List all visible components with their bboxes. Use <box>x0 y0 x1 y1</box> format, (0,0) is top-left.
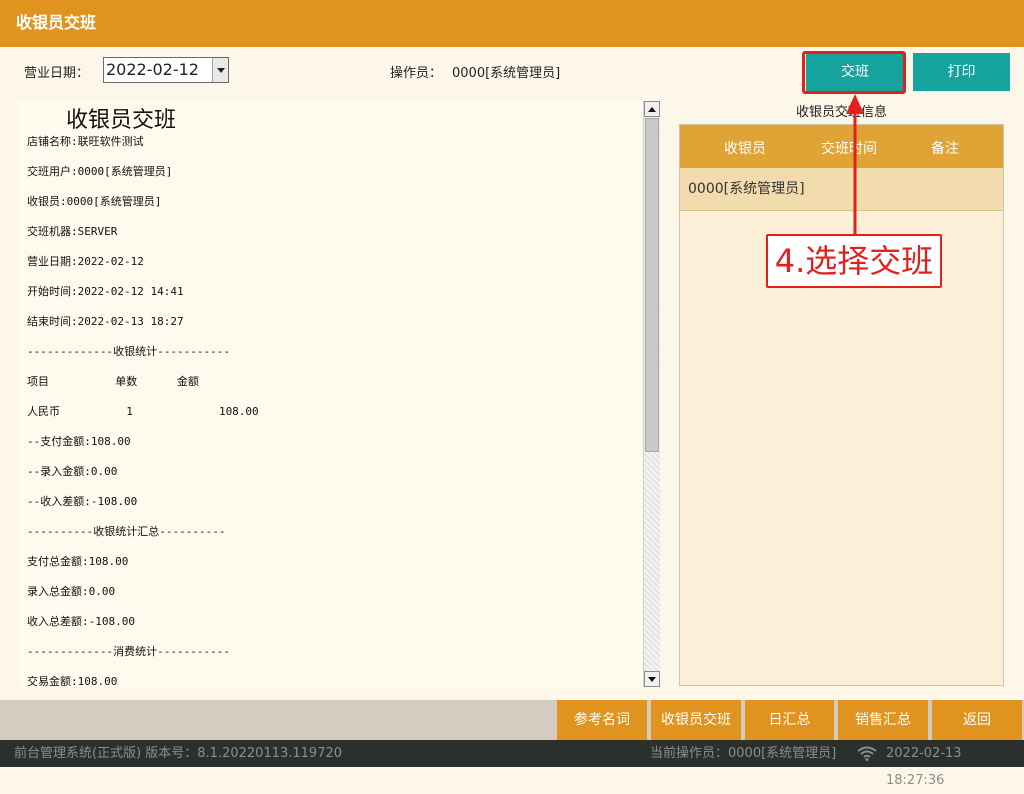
receipt-line: --支付金额:108.00 <box>27 435 131 448</box>
receipt-line: --录入金额:0.00 <box>27 465 118 478</box>
receipt-line: 收银员:0000[系统管理员] <box>27 195 162 208</box>
operator-info: 操作员： 0000[系统管理员] <box>390 62 560 81</box>
receipt-preview: 收银员交班 店铺名称:联旺软件测试 交班用户:0000[系统管理员] 收银员:0… <box>18 101 643 687</box>
annotation-arrow <box>846 94 864 234</box>
receipt-scrollbar[interactable] <box>643 101 660 687</box>
receipt-line: -------------消费统计----------- <box>27 645 230 658</box>
receipt-line: 支付总金额:108.00 <box>27 555 129 568</box>
current-operator-text: 当前操作员：0000[系统管理员] <box>650 746 837 761</box>
clock-text: 2022-02-13 18:27:36 <box>886 746 962 788</box>
receipt-line: 开始时间:2022-02-12 14:41 <box>27 285 184 298</box>
scroll-up-icon[interactable] <box>644 101 660 117</box>
scroll-down-icon[interactable] <box>644 671 660 687</box>
scroll-thumb[interactable] <box>645 118 659 452</box>
receipt-line: 交班机器:SERVER <box>27 225 118 238</box>
business-date-picker[interactable]: 2022-02-12 <box>103 57 229 83</box>
receipt-line: 交易金额:108.00 <box>27 675 118 687</box>
annotation-callout: 4.选择交班 <box>766 234 942 288</box>
receipt-line: 交班用户:0000[系统管理员] <box>27 165 173 178</box>
receipt-line: ----------收银统计汇总---------- <box>27 525 226 538</box>
nav-sales-summary-button[interactable]: 销售汇总 <box>838 700 928 740</box>
receipt-line: 项目 单数 金额 <box>27 375 199 388</box>
nav-reference-terms-button[interactable]: 参考名词 <box>557 700 647 740</box>
operator-value: 0000[系统管理员] <box>452 66 561 81</box>
shift-handover-button[interactable]: 交班 <box>806 53 904 91</box>
receipt-line: 营业日期:2022-02-12 <box>27 255 144 268</box>
receipt-line: -------------收银统计----------- <box>27 345 230 358</box>
business-date-label: 营业日期： <box>24 66 90 81</box>
receipt-line: 结束时间:2022-02-13 18:27 <box>27 315 184 328</box>
receipt-line: --收入差额:-108.00 <box>27 495 138 508</box>
nav-daily-summary-button[interactable]: 日汇总 <box>745 700 834 740</box>
receipt-line: 人民币 1 108.00 <box>27 405 259 418</box>
column-header-note: 备注 <box>931 141 959 157</box>
receipt-line: 店铺名称:联旺软件测试 <box>27 135 144 148</box>
receipt-line: 收入总差额:-108.00 <box>27 615 135 628</box>
nav-back-button[interactable]: 返回 <box>932 700 1022 740</box>
status-bar: 前台管理系统(正式版) 版本号：8.1.20220113.119720 当前操作… <box>0 740 1024 788</box>
system-version-text: 前台管理系统(正式版) 版本号：8.1.20220113.119720 <box>14 746 343 761</box>
window-title: 收银员交班 <box>0 0 1024 47</box>
cashier-cell: 0000[系统管理员] <box>688 181 805 197</box>
column-header-cashier: 收银员 <box>724 141 766 157</box>
receipt-line: 录入总金额:0.00 <box>27 585 116 598</box>
chevron-down-icon[interactable] <box>212 58 228 82</box>
receipt-title: 收银员交班 <box>66 108 177 133</box>
print-button[interactable]: 打印 <box>913 53 1010 91</box>
nav-cashier-shift-button[interactable]: 收银员交班 <box>651 700 741 740</box>
business-date-value: 2022-02-12 <box>106 60 199 79</box>
operator-label: 操作员： <box>390 66 443 81</box>
wifi-icon <box>857 746 877 761</box>
